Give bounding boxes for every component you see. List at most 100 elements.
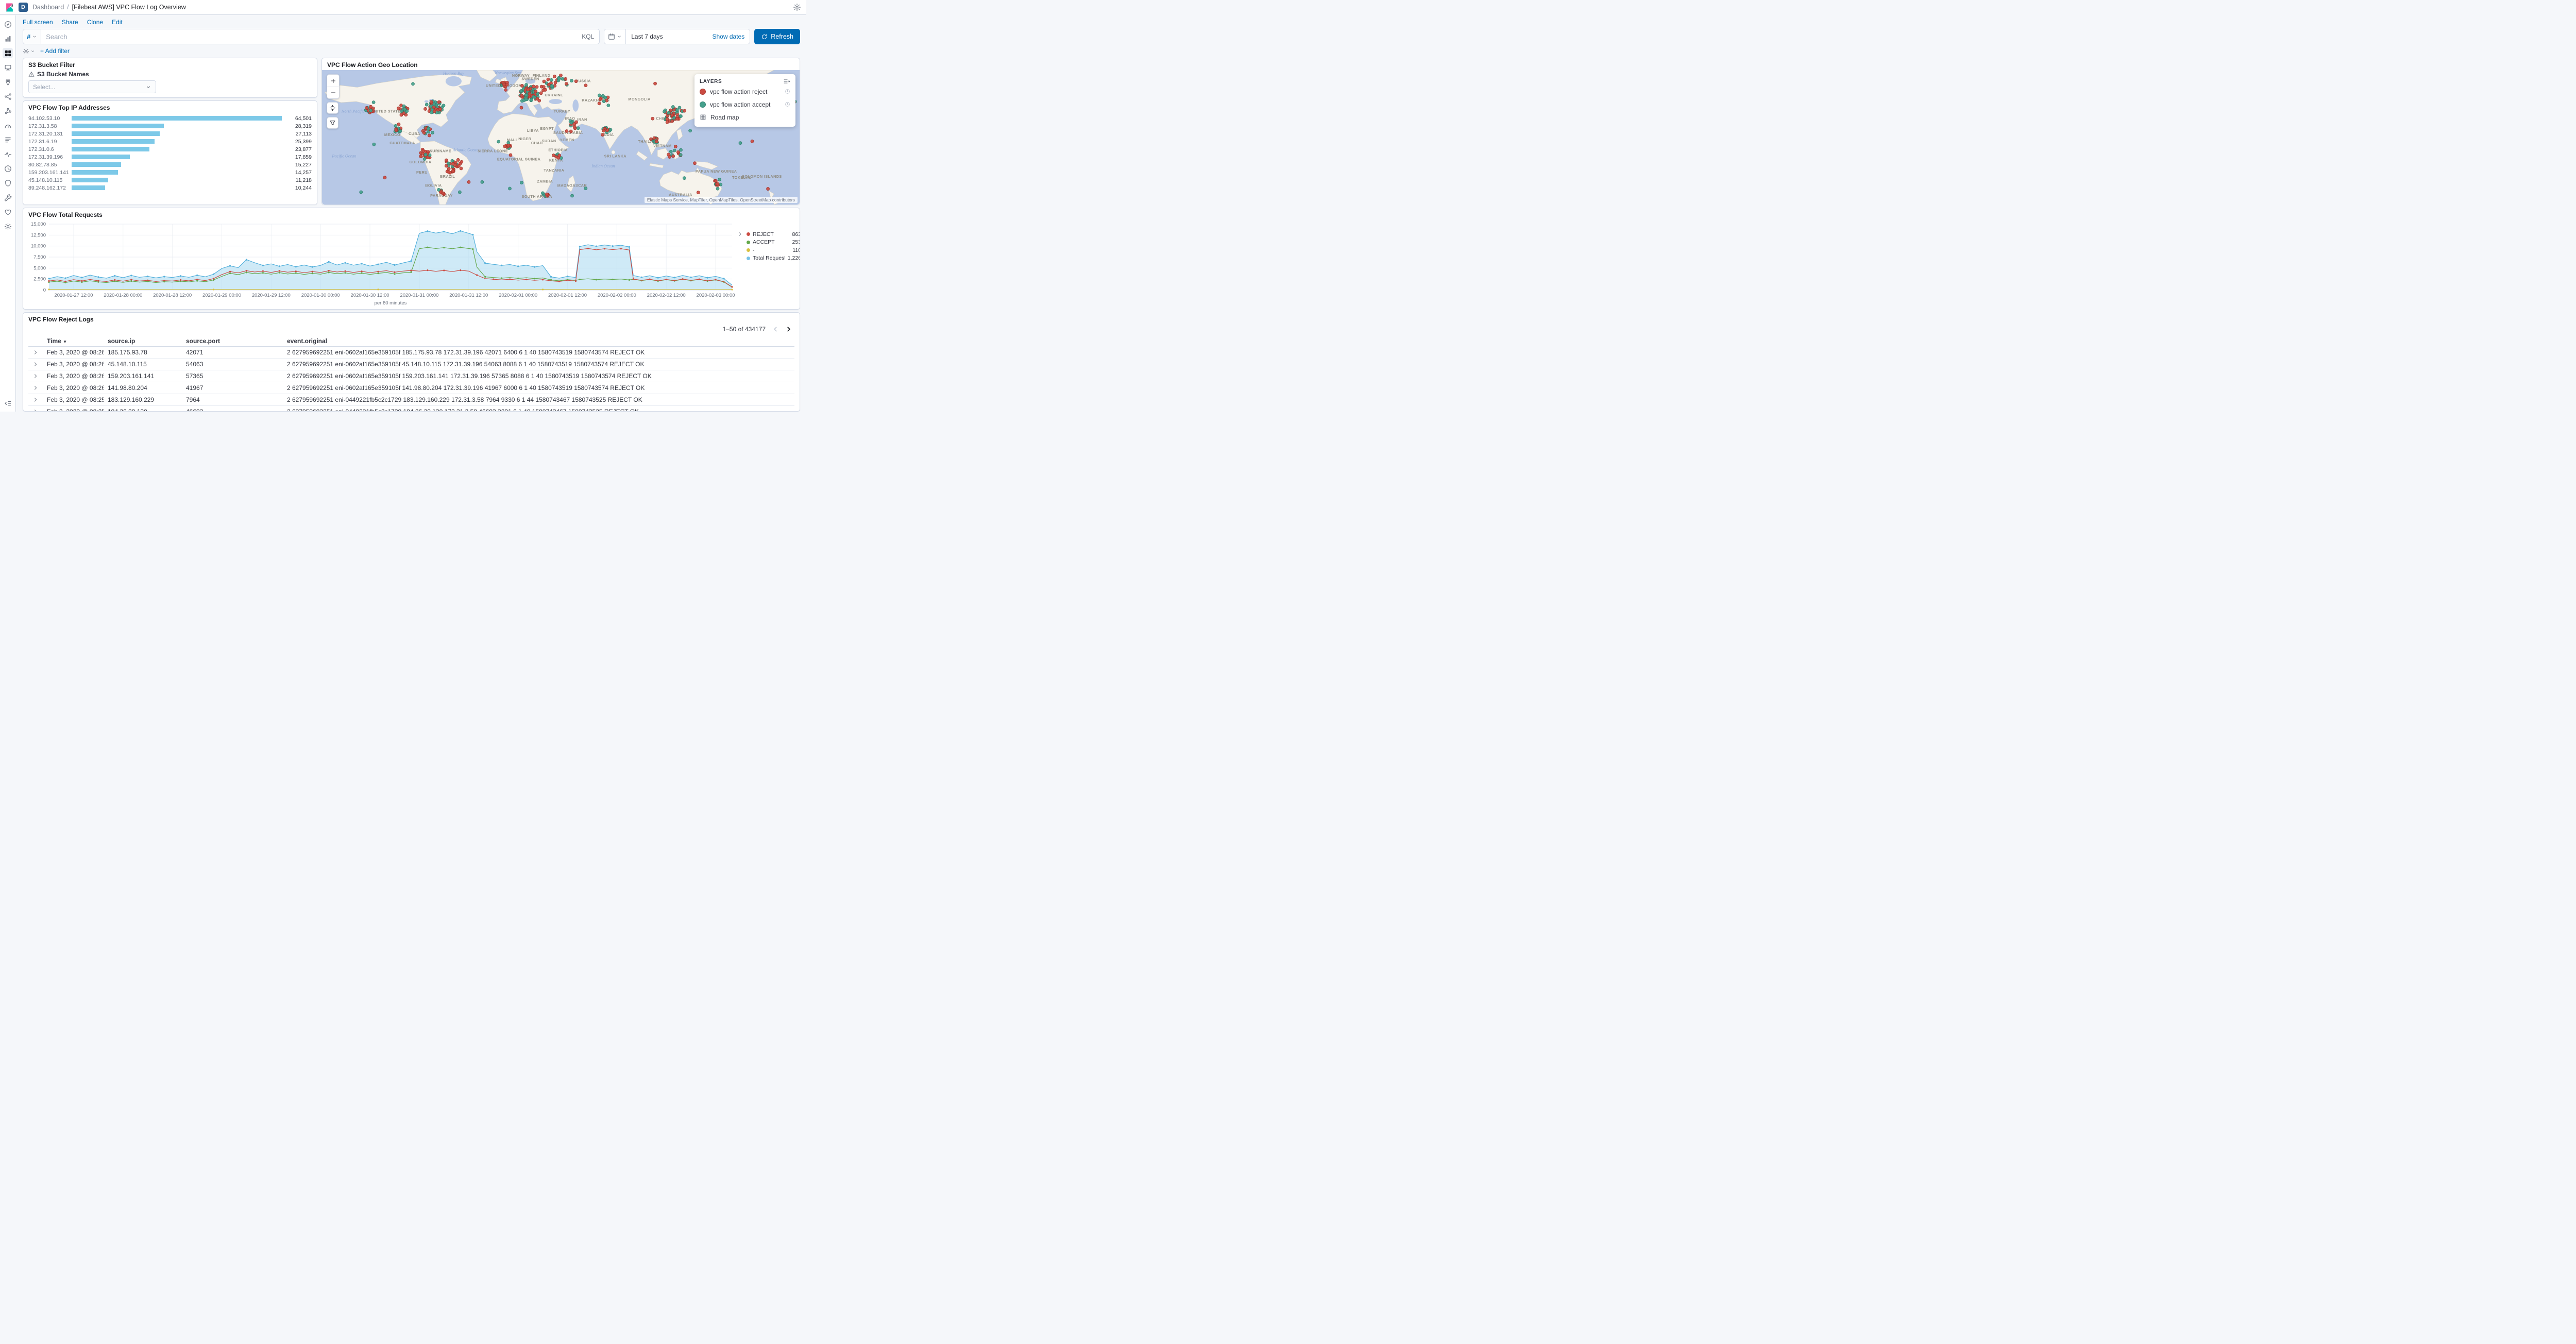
legend-expand-icon[interactable] bbox=[737, 231, 743, 237]
panel-title[interactable]: VPC Flow Reject Logs bbox=[23, 313, 800, 325]
panel-title[interactable]: VPC Flow Total Requests bbox=[23, 208, 800, 220]
sidebar-item-uptime[interactable] bbox=[3, 163, 13, 174]
reject-logs-panel: VPC Flow Reject Logs 1–50 of 434177 Time… bbox=[23, 312, 800, 412]
svg-text:2020-02-01 00:00: 2020-02-01 00:00 bbox=[499, 293, 537, 298]
sidebar-item-discover[interactable] bbox=[3, 19, 13, 29]
saved-query-menu-button[interactable]: # bbox=[23, 29, 42, 44]
expand-row-icon[interactable] bbox=[32, 409, 39, 411]
sidebar-item-dashboard[interactable] bbox=[3, 48, 13, 58]
expand-row-icon[interactable] bbox=[32, 361, 39, 367]
column-header-source.port[interactable]: source.port bbox=[182, 336, 283, 347]
ip-bar[interactable] bbox=[72, 139, 155, 144]
collapse-menu-icon[interactable] bbox=[4, 399, 12, 407]
full-screen-link[interactable]: Full screen bbox=[23, 19, 53, 26]
panel-title[interactable]: S3 Bucket Filter bbox=[23, 58, 317, 70]
ip-bar[interactable] bbox=[72, 155, 130, 159]
svg-text:15,000: 15,000 bbox=[31, 222, 46, 227]
sidebar-item-machine-learning[interactable] bbox=[3, 91, 13, 101]
sidebar-item-siem[interactable] bbox=[3, 178, 13, 188]
sidebar-item-graph[interactable] bbox=[3, 106, 13, 116]
legend-item[interactable]: - 110 bbox=[747, 246, 800, 254]
sort-desc-icon: ▼ bbox=[63, 339, 67, 344]
date-range-value[interactable]: Last 7 days bbox=[626, 33, 707, 40]
column-header-Time[interactable]: Time ▼ bbox=[43, 336, 104, 347]
kibana-logo[interactable] bbox=[5, 3, 14, 12]
s3-bucket-select[interactable]: Select... bbox=[28, 80, 156, 93]
ip-bar[interactable] bbox=[72, 185, 105, 190]
hash-icon: # bbox=[27, 32, 31, 41]
svg-text:CUBA: CUBA bbox=[409, 131, 420, 136]
sidebar-item-logs[interactable] bbox=[3, 134, 13, 145]
ip-bar[interactable] bbox=[72, 178, 108, 182]
bar-track bbox=[72, 185, 282, 190]
filter-options-button[interactable] bbox=[23, 48, 35, 55]
expand-row-icon[interactable] bbox=[32, 397, 39, 403]
date-quick-select-button[interactable] bbox=[604, 29, 626, 44]
ip-bar[interactable] bbox=[72, 124, 164, 128]
expand-row-icon[interactable] bbox=[32, 349, 39, 355]
refresh-button[interactable]: Refresh bbox=[754, 29, 800, 44]
expand-row-icon[interactable] bbox=[32, 373, 39, 379]
ip-bar[interactable] bbox=[72, 147, 149, 151]
sidebar-item-metrics[interactable] bbox=[3, 120, 13, 130]
share-link[interactable]: Share bbox=[62, 19, 78, 26]
ip-label: 172.31.39.196 bbox=[28, 154, 63, 160]
table-row[interactable]: Feb 3, 2020 @ 08:26:14.000141.98.80.2044… bbox=[28, 382, 794, 394]
table-row[interactable]: Feb 3, 2020 @ 08:26:14.000159.203.161.14… bbox=[28, 370, 794, 382]
next-page-icon[interactable] bbox=[785, 326, 792, 333]
ip-bar[interactable] bbox=[72, 116, 282, 121]
svg-text:UKRAINE: UKRAINE bbox=[545, 93, 563, 97]
add-filter-button[interactable]: + Add filter bbox=[40, 47, 70, 55]
search-input[interactable] bbox=[41, 32, 577, 41]
map-canvas[interactable]: Hudson Bay Norwegian Sea NORWAY SWEDEN FINLA… bbox=[322, 70, 800, 205]
sidebar-item-apm[interactable] bbox=[3, 149, 13, 159]
spatial-filter-button[interactable] bbox=[327, 117, 338, 129]
show-dates-button[interactable]: Show dates bbox=[707, 33, 750, 40]
expand-row-icon[interactable] bbox=[32, 385, 39, 391]
layer-item[interactable]: vpc flow action accept bbox=[700, 98, 790, 111]
collapse-layers-icon[interactable] bbox=[783, 78, 790, 85]
prev-page-icon[interactable] bbox=[772, 326, 779, 333]
ip-bar[interactable] bbox=[72, 131, 160, 136]
column-header-event.original[interactable]: event.original bbox=[283, 336, 794, 347]
svg-text:SUDAN: SUDAN bbox=[542, 139, 556, 143]
panel-title[interactable]: VPC Flow Top IP Addresses bbox=[23, 101, 317, 113]
sidebar-item-dev-tools[interactable] bbox=[3, 192, 13, 202]
table-row[interactable]: Feb 3, 2020 @ 08:26:14.000185.175.93.784… bbox=[28, 346, 794, 359]
cell-source-ip: 185.175.93.78 bbox=[104, 346, 182, 359]
edit-link[interactable]: Edit bbox=[112, 19, 123, 26]
cell-source-ip: 183.129.160.229 bbox=[104, 394, 182, 406]
sidebar-item-stack-monitoring[interactable] bbox=[3, 207, 13, 217]
zoom-out-button[interactable] bbox=[327, 87, 339, 98]
legend-item[interactable]: ACCEPT 253 bbox=[747, 239, 800, 247]
settings-icon[interactable] bbox=[793, 3, 801, 11]
panel-title[interactable]: VPC Flow Action Geo Location bbox=[322, 58, 800, 70]
zoom-in-button[interactable] bbox=[327, 75, 339, 87]
breadcrumb-dashboard[interactable]: Dashboard bbox=[32, 4, 64, 11]
ip-bar[interactable] bbox=[72, 162, 122, 167]
table-row[interactable]: Feb 3, 2020 @ 08:26:14.00045.148.10.1155… bbox=[28, 358, 794, 370]
layer-status-icon bbox=[785, 89, 790, 94]
fit-to-data-button[interactable] bbox=[327, 102, 338, 114]
table-row[interactable]: Feb 3, 2020 @ 08:25:25.000183.129.160.22… bbox=[28, 394, 794, 406]
total-requests-chart[interactable]: 2020-01-27 12:00 2020-01-28 00:00 2020-01-… bbox=[24, 220, 740, 307]
svg-text:PERU: PERU bbox=[416, 170, 428, 175]
sidebar-item-management[interactable] bbox=[3, 221, 13, 231]
svg-text:LIBYA: LIBYA bbox=[527, 128, 539, 133]
sidebar-item-canvas[interactable] bbox=[3, 62, 13, 73]
chevron-down-icon bbox=[145, 84, 151, 90]
legend-item[interactable]: Total Requests 1,226 bbox=[747, 254, 800, 263]
clone-link[interactable]: Clone bbox=[87, 19, 103, 26]
sidebar-item-visualize[interactable] bbox=[3, 33, 13, 44]
layer-item[interactable]: vpc flow action reject bbox=[700, 85, 790, 98]
query-language-button[interactable]: KQL bbox=[577, 33, 599, 40]
svg-text:SRI LANKA: SRI LANKA bbox=[604, 154, 627, 158]
sidebar-item-maps[interactable] bbox=[3, 77, 13, 87]
ip-bar[interactable] bbox=[72, 170, 118, 175]
layer-item[interactable]: Road map bbox=[700, 111, 790, 124]
road-map-icon bbox=[700, 114, 706, 121]
column-header-source.ip[interactable]: source.ip bbox=[104, 336, 182, 347]
legend-item[interactable]: REJECT 863 bbox=[747, 230, 800, 239]
table-row[interactable]: Feb 3, 2020 @ 08:25:25.000194.26.29.1304… bbox=[28, 405, 794, 411]
dashboard-app-badge[interactable]: D bbox=[19, 3, 28, 12]
